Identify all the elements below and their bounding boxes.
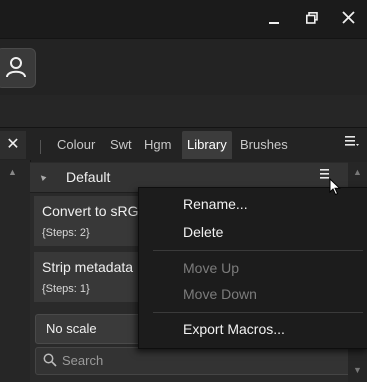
tab-histogram[interactable]: Hgm	[139, 131, 176, 159]
panel-grip[interactable]	[40, 140, 41, 154]
close-icon	[341, 11, 355, 24]
context-toolbar	[0, 95, 367, 128]
menu-item-delete[interactable]: Delete	[183, 224, 223, 240]
macro-item[interactable]: Strip metadata {Steps: 1}	[34, 252, 144, 302]
macro-name: Strip metadata	[42, 259, 134, 275]
left-panel	[0, 160, 31, 382]
toolbar	[0, 38, 367, 96]
hamburger-icon	[345, 136, 359, 146]
menu-item-rename[interactable]: Rename...	[183, 196, 248, 212]
menu-separator	[153, 250, 363, 251]
scroll-up-icon[interactable]: ▲	[353, 167, 362, 177]
restore-icon	[306, 12, 318, 24]
scroll-down-icon[interactable]: ▼	[353, 365, 362, 375]
macro-name: Convert to sRGB	[42, 203, 148, 219]
menu-item-export-macros[interactable]: Export Macros...	[183, 321, 285, 337]
context-menu: Rename... Delete Move Up Move Down Expor…	[138, 187, 367, 349]
macro-steps: {Steps: 1}	[42, 283, 90, 295]
mouse-cursor-icon	[329, 178, 341, 196]
search-input[interactable]: Search	[35, 347, 353, 375]
macro-group-name: Default	[66, 169, 111, 185]
close-icon: ✕	[6, 136, 20, 153]
close-window-button[interactable]	[333, 6, 363, 30]
close-panel-button[interactable]: ✕	[0, 131, 26, 159]
scale-dropdown[interactable]: No scale	[35, 314, 149, 344]
menu-item-move-down: Move Down	[183, 286, 257, 302]
menu-item-move-up: Move Up	[183, 260, 240, 276]
user-button[interactable]	[0, 48, 36, 88]
minimize-button[interactable]	[259, 6, 289, 30]
tab-colour[interactable]: Colour	[52, 131, 100, 159]
tab-brushes[interactable]: Brushes	[235, 131, 293, 159]
macro-steps: {Steps: 2}	[42, 227, 90, 239]
minimize-icon	[269, 22, 279, 24]
scroll-up-icon[interactable]: ▲	[8, 167, 17, 177]
macro-item[interactable]: Convert to sRGB {Steps: 2}	[34, 196, 148, 246]
search-icon	[43, 353, 57, 367]
panel-menu-icon[interactable]	[345, 135, 359, 150]
tab-library[interactable]: Library	[182, 131, 232, 159]
scale-value: No scale	[46, 321, 97, 336]
menu-separator	[153, 312, 363, 313]
search-placeholder: Search	[62, 353, 104, 368]
restore-button[interactable]	[297, 6, 327, 30]
user-icon	[6, 57, 26, 78]
tab-swatches[interactable]: Swt	[105, 131, 137, 159]
